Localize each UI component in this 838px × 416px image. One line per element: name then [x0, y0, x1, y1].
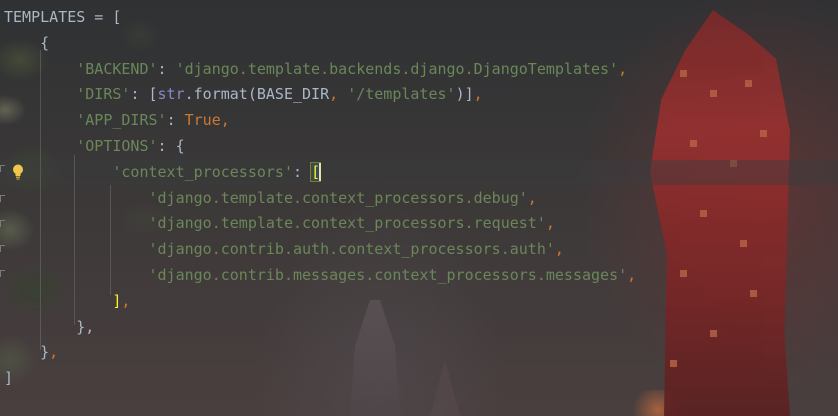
text-caret	[319, 163, 322, 182]
code-line[interactable]: 'django.template.context_processors.debu…	[4, 186, 537, 211]
background-window	[670, 360, 677, 367]
code-token: 'django.template.backends.django.DjangoT…	[175, 59, 619, 78]
code-line[interactable]: 'OPTIONS': {	[4, 134, 185, 159]
background-window	[680, 270, 687, 277]
code-line[interactable]: },	[4, 340, 58, 365]
background-tower	[650, 10, 790, 416]
code-token: ,	[329, 85, 348, 104]
code-token: ,	[473, 85, 483, 104]
code-line[interactable]: 'django.contrib.messages.context_process…	[4, 263, 637, 288]
code-token: :	[166, 111, 185, 130]
background-window	[760, 130, 767, 137]
code-token: ,	[627, 266, 637, 284]
code-token: },	[4, 317, 95, 336]
code-token: 'APP_DIRS'	[76, 111, 167, 130]
code-token: 'context_processors'	[112, 162, 293, 181]
code-line[interactable]: 'DIRS': [str.format(BASE_DIR, '/template…	[4, 82, 483, 107]
code-token: ,	[220, 111, 230, 130]
code-token: ,	[554, 240, 564, 259]
background-window	[680, 70, 687, 77]
code-token: ,	[545, 214, 555, 233]
code-token: }	[4, 343, 50, 362]
code-token: : {	[157, 137, 185, 155]
code-token: 'django.template.context_processors.requ…	[148, 214, 546, 233]
code-token: ,	[527, 188, 537, 207]
code-token: str	[157, 85, 185, 104]
code-token: ,	[618, 59, 628, 78]
background-glow	[628, 390, 688, 416]
code-token: 'BACKEND'	[76, 59, 158, 78]
code-token: '/templates'	[347, 85, 456, 104]
code-line[interactable]: {	[4, 31, 49, 56]
code-line[interactable]: 'BACKEND': 'django.template.backends.dja…	[4, 57, 627, 82]
code-token: True	[184, 111, 221, 130]
code-line[interactable]: },	[4, 315, 94, 340]
code-token: :	[293, 162, 312, 181]
code-token: 'django.contrib.auth.context_processors.…	[148, 240, 555, 259]
code-token: : [	[130, 85, 158, 104]
background-spire	[350, 300, 400, 416]
code-line[interactable]: ],	[4, 289, 130, 314]
background-window	[745, 80, 752, 87]
code-line[interactable]: 'django.contrib.auth.context_processors.…	[4, 237, 564, 262]
background-spire-small	[430, 360, 460, 416]
code-editor[interactable]: TEMPLATES = [ { 'BACKEND': 'django.templ…	[0, 0, 838, 416]
code-token: ]	[4, 369, 14, 388]
code-token: )]	[455, 85, 474, 104]
code-line[interactable]: ]	[4, 366, 13, 391]
background-window	[690, 140, 697, 147]
code-token: :	[157, 59, 176, 78]
code-token: [	[112, 8, 122, 26]
background-window	[710, 90, 717, 97]
code-token: .format(BASE_DIR	[184, 85, 330, 104]
background-window	[750, 290, 757, 297]
code-token: 'django.template.context_processors.debu…	[148, 188, 528, 207]
code-line[interactable]: 'context_processors': [	[4, 160, 322, 185]
code-token: {	[4, 33, 50, 52]
code-token: =	[85, 8, 113, 26]
code-line[interactable]: 'APP_DIRS': True,	[4, 108, 230, 133]
code-line[interactable]: TEMPLATES = [	[4, 5, 121, 30]
code-token: TEMPLATES	[4, 8, 86, 26]
code-token: 'OPTIONS'	[76, 137, 158, 155]
code-token: 'django.contrib.messages.context_process…	[148, 266, 628, 284]
background-window	[740, 240, 747, 247]
background-window	[700, 210, 707, 217]
code-token: ,	[49, 343, 59, 362]
code-line[interactable]: 'django.template.context_processors.requ…	[4, 211, 555, 236]
code-token: ,	[121, 291, 131, 310]
background-window	[710, 330, 717, 337]
code-token: 'DIRS'	[76, 85, 131, 104]
